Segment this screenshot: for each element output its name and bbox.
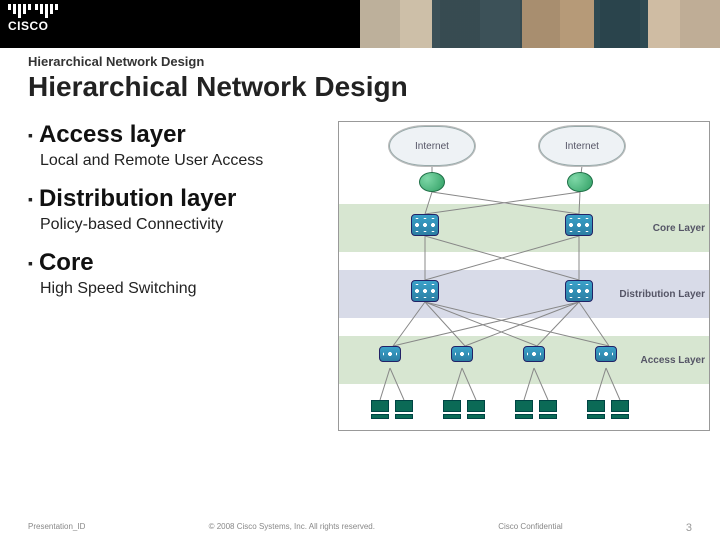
bullet-title: Core (39, 249, 94, 277)
host-icon (395, 400, 413, 420)
bullets-column: ▪ Access layer Local and Remote User Acc… (28, 121, 328, 431)
bullet-title: Access layer (39, 121, 186, 149)
bullet-title: Distribution layer (39, 185, 236, 213)
network-diagram: Core Layer Distribution Layer Access Lay… (338, 121, 710, 431)
cloud-icon: Internet (539, 126, 625, 166)
bullet-sub: Policy-based Connectivity (40, 215, 328, 235)
footer-right: Cisco Confidential (498, 522, 562, 534)
bullet-icon: ▪ (28, 255, 33, 271)
breadcrumb: Hierarchical Network Design (28, 54, 720, 69)
link-lines (339, 122, 709, 430)
bullet-icon: ▪ (28, 127, 33, 143)
footer-center: © 2008 Cisco Systems, Inc. All rights re… (209, 522, 375, 534)
access-switch-icon (379, 346, 407, 374)
cloud-label: Internet (415, 141, 449, 152)
host-icon (371, 400, 389, 420)
bullet-core: ▪ Core High Speed Switching (28, 249, 328, 299)
access-switch-icon (595, 346, 623, 374)
host-icon (515, 400, 533, 420)
bullet-icon: ▪ (28, 191, 33, 207)
host-icon (467, 400, 485, 420)
access-switch-icon (523, 346, 551, 374)
page-number: 3 (686, 522, 692, 534)
bullet-access: ▪ Access layer Local and Remote User Acc… (28, 121, 328, 171)
host-icon (539, 400, 557, 420)
logo-text: CISCO (8, 20, 58, 32)
host-icon (587, 400, 605, 420)
logo-bars-icon (35, 4, 58, 18)
access-switch-icon (451, 346, 479, 374)
host-icon (443, 400, 461, 420)
cloud-label: Internet (565, 141, 599, 152)
bullet-distribution: ▪ Distribution layer Policy-based Connec… (28, 185, 328, 235)
header-black: CISCO (0, 0, 360, 48)
bullet-sub: High Speed Switching (40, 279, 328, 299)
cloud-icon: Internet (389, 126, 475, 166)
header-strip: CISCO (0, 0, 720, 48)
page-title: Hierarchical Network Design (28, 71, 720, 103)
footer-left: Presentation_ID (28, 522, 85, 534)
distribution-switch-icon (565, 280, 593, 308)
content: ▪ Access layer Local and Remote User Acc… (0, 121, 720, 431)
core-switch-icon (565, 214, 593, 242)
router-icon (567, 172, 593, 192)
footer: Presentation_ID © 2008 Cisco Systems, In… (0, 522, 720, 534)
host-icon (611, 400, 629, 420)
logo-bars-icon (8, 4, 31, 18)
router-icon (419, 172, 445, 192)
bullet-sub: Local and Remote User Access (40, 151, 328, 171)
cisco-logo: CISCO (8, 4, 58, 32)
diagram-column: Core Layer Distribution Layer Access Lay… (338, 121, 710, 431)
header-photo-strip (360, 0, 720, 48)
distribution-switch-icon (411, 280, 439, 308)
core-switch-icon (411, 214, 439, 242)
